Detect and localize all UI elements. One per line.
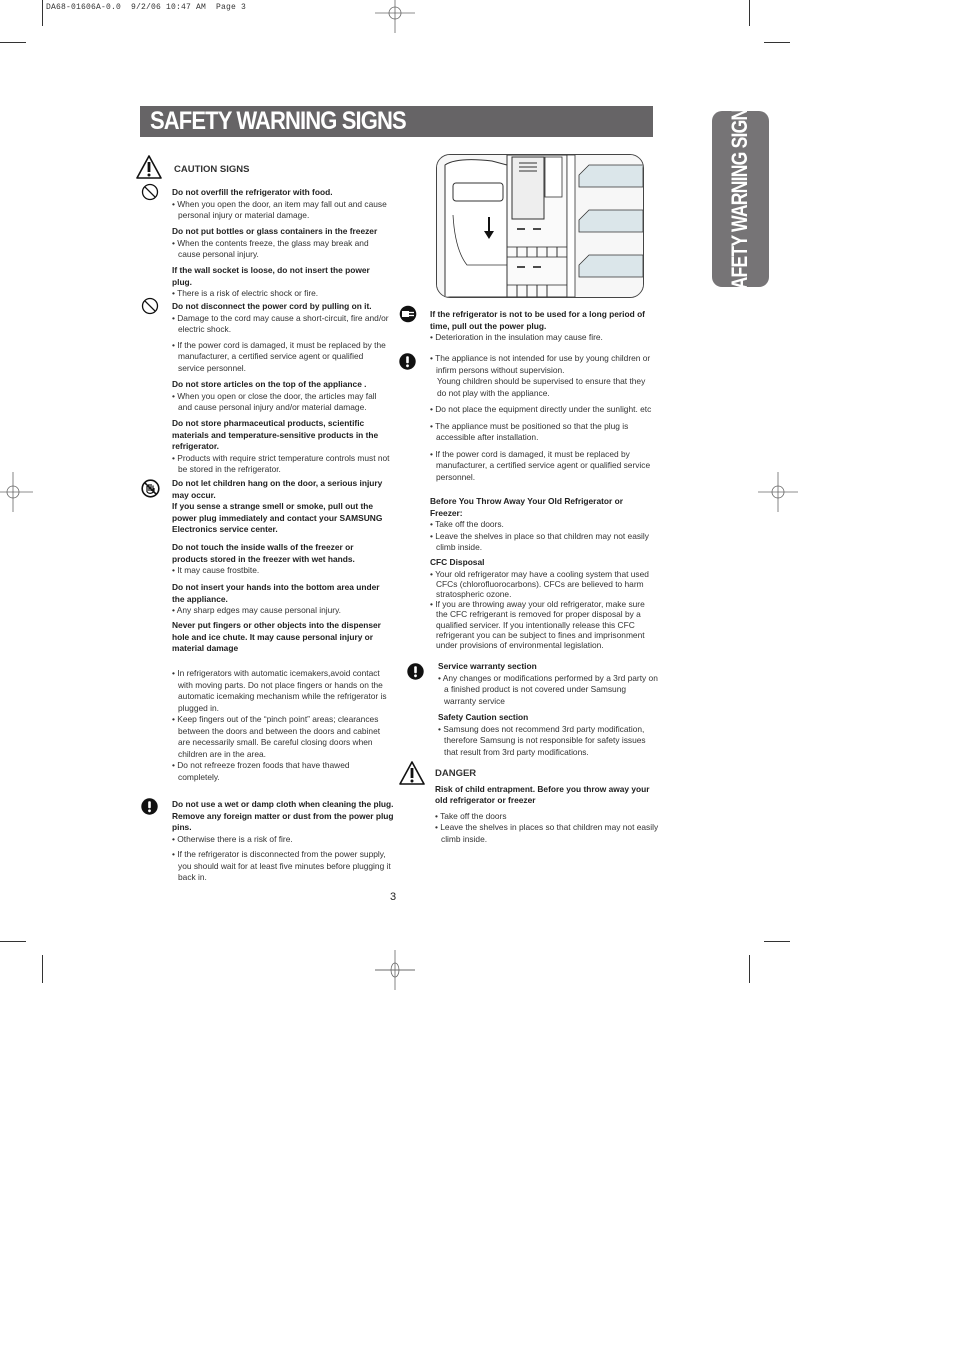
caution-heading: Do not put bottles or glass containers i… xyxy=(172,226,378,236)
notice-bullet: • The appliance must be positioned so th… xyxy=(430,420,629,443)
danger-block: DANGER Risk of child entrapment. Before … xyxy=(435,768,660,845)
notice-bullet: Young children should be supervised to e… xyxy=(437,376,646,398)
danger-subheading: Risk of child entrapment. Before you thr… xyxy=(435,783,650,806)
notice-bullet: • The appliance is not intended for use … xyxy=(430,353,651,375)
caution-signs-heading: CAUTION SIGNS xyxy=(174,164,250,175)
unplug-icon xyxy=(399,305,417,323)
unplug-block: If the refrigerator is not to be used fo… xyxy=(430,309,655,344)
caution-block: Do not store articles on the top of the … xyxy=(172,379,390,414)
caution-block: Do not put bottles or glass containers i… xyxy=(172,226,390,261)
caution-bullet: • Damage to the cord may cause a short-c… xyxy=(172,312,389,335)
refrigerator-drawing xyxy=(437,155,643,297)
cfc-heading: CFC Disposal xyxy=(430,557,485,567)
refrigerator-illustration xyxy=(436,154,644,298)
caution-heading: Never put fingers or other objects into … xyxy=(172,620,381,653)
registration-mark-icon xyxy=(0,472,33,512)
crop-mark xyxy=(42,0,43,26)
cfc-bullet: • If you are throwing away your old refr… xyxy=(430,599,645,650)
caution-bullet: • When you open or close the door, the a… xyxy=(172,390,377,413)
unplug-bullet: • Deterioration in the insulation may ca… xyxy=(430,332,603,342)
plug-bullet: • Otherwise there is a risk of fire. xyxy=(172,833,293,844)
warranty-block: Service warranty section • Any changes o… xyxy=(438,661,660,707)
caution-block: Do not overfill the refrigerator with fo… xyxy=(172,187,390,222)
cfc-bullet: • Your old refrigerator may have a cooli… xyxy=(430,568,649,599)
plug-bullet: • If the refrigerator is disconnected fr… xyxy=(172,849,391,882)
exclamation-icon xyxy=(407,663,424,680)
caution-bullet: • If the power cord is damaged, it must … xyxy=(172,339,386,373)
registration-mark-icon xyxy=(375,950,415,990)
caution-bullet: • Keep fingers out of the “pinch point” … xyxy=(172,714,381,759)
page-number: 3 xyxy=(390,891,397,903)
page-title-bar: SAFETY WARNING SIGNS xyxy=(140,106,653,137)
warranty-bullet: • Any changes or modifications performed… xyxy=(438,672,658,706)
danger-bullet: • Take off the doors xyxy=(435,810,507,821)
disposal-bullet: • Take off the doors. xyxy=(430,519,504,529)
safety-caution-bullet: • Samsung does not recommend 3rd party m… xyxy=(438,723,646,757)
print-slug: DA68-01606A-0.0 9/2/06 10:47 AM Page 3 xyxy=(46,3,247,12)
caution-bullet: • Products with require strict temperatu… xyxy=(172,452,390,475)
crop-mark xyxy=(42,955,43,983)
prohibition-icon xyxy=(141,297,159,315)
crop-mark xyxy=(749,0,750,26)
caution-block: Do not touch the inside walls of the fre… xyxy=(172,542,390,577)
caution-block: Do not insert your hands into the bottom… xyxy=(172,582,390,617)
page-title: SAFETY WARNING SIGNS xyxy=(150,107,407,135)
caution-heading: If you sense a strange smell or smoke, p… xyxy=(172,501,383,534)
caution-bullet: • Any sharp edges may cause personal inj… xyxy=(172,605,341,615)
exclamation-icon xyxy=(399,353,416,370)
disposal-heading: Before You Throw Away Your Old Refrigera… xyxy=(430,496,623,518)
icemaker-bullets: • In refrigerators with automatic icemak… xyxy=(172,668,390,783)
caution-heading: Do not insert your hands into the bottom… xyxy=(172,582,380,604)
notice-block: • The appliance is not intended for use … xyxy=(430,353,652,483)
caution-heading: Do not overfill the refrigerator with fo… xyxy=(172,187,333,197)
unplug-heading: If the refrigerator is not to be used fo… xyxy=(430,309,645,331)
crop-mark xyxy=(764,941,790,942)
exclamation-icon xyxy=(141,798,158,815)
caution-heading: If the wall socket is loose, do not inse… xyxy=(172,265,370,287)
caution-bullet: • When you open the door, an item may fa… xyxy=(172,198,387,221)
crop-mark xyxy=(0,42,26,43)
crop-mark xyxy=(764,42,790,43)
prohibition-icon xyxy=(141,183,159,201)
caution-heading: Do not disconnect the power cord by pull… xyxy=(172,301,372,311)
caution-block: Do not disconnect the power cord by pull… xyxy=(172,301,390,374)
caution-block: Do not let children hang on the door, a … xyxy=(172,478,390,536)
cfc-block: CFC Disposal • Your old refrigerator may… xyxy=(430,557,652,650)
side-tab-label: SAFETY WARNING SIGNS xyxy=(727,97,752,301)
plug-block: Do not use a wet or damp cloth when clea… xyxy=(172,799,394,884)
caution-bullet: • In refrigerators with automatic icemak… xyxy=(172,668,387,713)
warning-triangle-icon xyxy=(399,761,425,785)
disposal-block: Before You Throw Away Your Old Refrigera… xyxy=(430,496,652,554)
caution-bullet: • There is a risk of electric shock or f… xyxy=(172,288,319,298)
danger-bullet: • Leave the shelves in places so that ch… xyxy=(435,822,659,844)
crop-mark xyxy=(0,941,26,942)
safety-caution-block: Safety Caution section • Samsung does no… xyxy=(438,712,660,758)
notice-bullet: • Do not place the equipment directly un… xyxy=(430,404,652,414)
caution-heading: Do not let children hang on the door, a … xyxy=(172,478,383,500)
notice-bullet: • If the power cord is damaged, it must … xyxy=(430,448,651,482)
crop-mark xyxy=(749,955,750,983)
caution-heading: Do not touch the inside walls of the fre… xyxy=(172,542,355,564)
section-side-tab: SAFETY WARNING SIGNS xyxy=(712,98,769,300)
plug-heading: Do not use a wet or damp cloth when clea… xyxy=(172,799,394,832)
caution-bullet: • Do not refreeze frozen foods that have… xyxy=(172,760,350,782)
caution-bullet: • When the contents freeze, the glass ma… xyxy=(172,237,369,260)
safety-caution-heading: Safety Caution section xyxy=(438,712,529,722)
caution-block: Never put fingers or other objects into … xyxy=(172,620,390,655)
caution-heading: Do not store pharmaceutical products, sc… xyxy=(172,418,379,451)
caution-block: If the wall socket is loose, do not inse… xyxy=(172,265,390,300)
caution-bullet: • It may cause frostbite. xyxy=(172,565,260,575)
registration-mark-icon xyxy=(375,0,415,33)
no-hand-icon xyxy=(141,479,160,498)
registration-mark-icon xyxy=(758,472,798,512)
warning-triangle-icon xyxy=(136,155,162,179)
caution-heading: Do not store articles on the top of the … xyxy=(172,379,367,389)
danger-heading: DANGER xyxy=(435,768,477,779)
disposal-bullet: • Leave the shelves in place so that chi… xyxy=(430,530,649,553)
caution-block: Do not store pharmaceutical products, sc… xyxy=(172,418,390,476)
warranty-heading: Service warranty section xyxy=(438,661,537,671)
